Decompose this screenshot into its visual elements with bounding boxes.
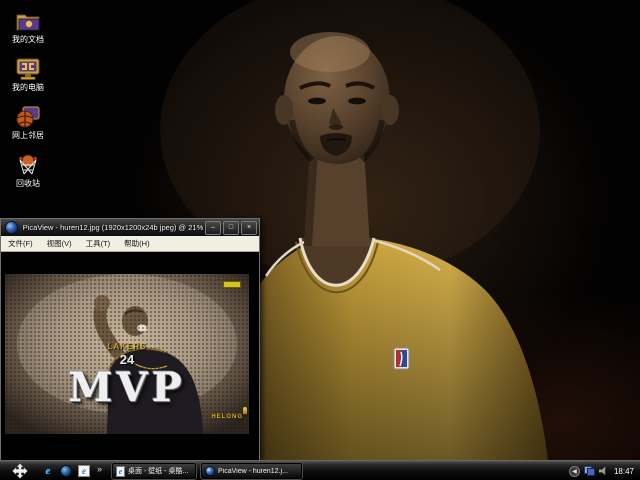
recycle-bin-icon [15, 152, 41, 178]
quick-launch-ie-icon[interactable]: e [42, 465, 54, 477]
minimize-button[interactable]: – [205, 220, 221, 235]
start-button[interactable] [12, 463, 28, 479]
my-computer-icon [15, 56, 41, 82]
tray-network-icon[interactable] [583, 466, 595, 476]
desktop-icon-my-documents[interactable]: 我的文档 [4, 8, 52, 44]
taskbar-task-picaview[interactable]: PicaView - huren12.j... [200, 462, 303, 480]
photo-watermark: HELONG [211, 414, 243, 420]
menu-file[interactable]: 文件(F) [1, 236, 40, 251]
window-title: PicaView - huren12.jpg (1920x1200x24b jp… [22, 223, 204, 232]
desktop-icon-label: 网上邻居 [12, 131, 44, 140]
system-tray: ◀ 18:47 [568, 461, 638, 480]
taskbar: e e » e 桌面 - 壁纸 - 桌酷... PicaView - huren… [0, 460, 640, 480]
move-cross-icon [12, 463, 28, 479]
quick-launch-ie-doc-icon[interactable]: e [78, 465, 90, 477]
desktop-icon-label: 我的文档 [12, 35, 44, 44]
task-label: PicaView - huren12.j... [218, 467, 288, 475]
desktop-icon-label: 回收站 [16, 179, 40, 188]
desktop-screen: 我的文档 我的电脑 网上邻居 回收站 PicaView - huren12.jp… [0, 0, 640, 480]
mvp-photo: LAKERS 24 MVP HELONG [5, 274, 249, 434]
maximize-button[interactable]: □ [223, 220, 239, 235]
menu-view[interactable]: 视图(V) [40, 236, 79, 251]
my-documents-icon [15, 8, 41, 34]
menu-tools[interactable]: 工具(T) [79, 236, 118, 251]
picaview-app-icon [5, 221, 18, 234]
quick-launch-chevron[interactable]: » [97, 464, 102, 474]
photo-top-right-badge [223, 281, 241, 288]
picaview-icon [205, 466, 215, 476]
desktop-icon-network-places[interactable]: 网上邻居 [4, 104, 52, 140]
desktop-icon-recycle-bin[interactable]: 回收站 [4, 152, 52, 188]
trophy-icon [243, 407, 247, 414]
quick-launch-globe-icon[interactable] [60, 465, 72, 477]
taskbar-clock[interactable]: 18:47 [614, 467, 634, 476]
tray-volume-icon[interactable] [598, 466, 606, 476]
mvp-caption: MVP [68, 364, 186, 411]
menu-help[interactable]: 帮助(H) [117, 236, 156, 251]
tray-collapse-chevron-icon[interactable]: ◀ [568, 465, 580, 477]
task-label: 桌面 - 壁纸 - 桌酷... [128, 468, 189, 475]
desktop-icon-label: 我的电脑 [12, 83, 44, 92]
network-places-icon [15, 104, 41, 130]
close-button[interactable]: × [241, 220, 257, 235]
titlebar[interactable]: PicaView - huren12.jpg (1920x1200x24b jp… [1, 219, 259, 236]
viewer-content: LAKERS 24 MVP HELONG [1, 252, 259, 460]
taskbar-task-wallpaper-page[interactable]: e 桌面 - 壁纸 - 桌酷... [111, 462, 197, 480]
jersey-text: LAKERS [107, 342, 147, 351]
ie-document-icon: e [116, 465, 125, 477]
picaview-window: PicaView - huren12.jpg (1920x1200x24b jp… [0, 218, 260, 461]
desktop-icon-my-computer[interactable]: 我的电脑 [4, 56, 52, 92]
menubar: 文件(F) 视图(V) 工具(T) 帮助(H) [1, 236, 259, 252]
